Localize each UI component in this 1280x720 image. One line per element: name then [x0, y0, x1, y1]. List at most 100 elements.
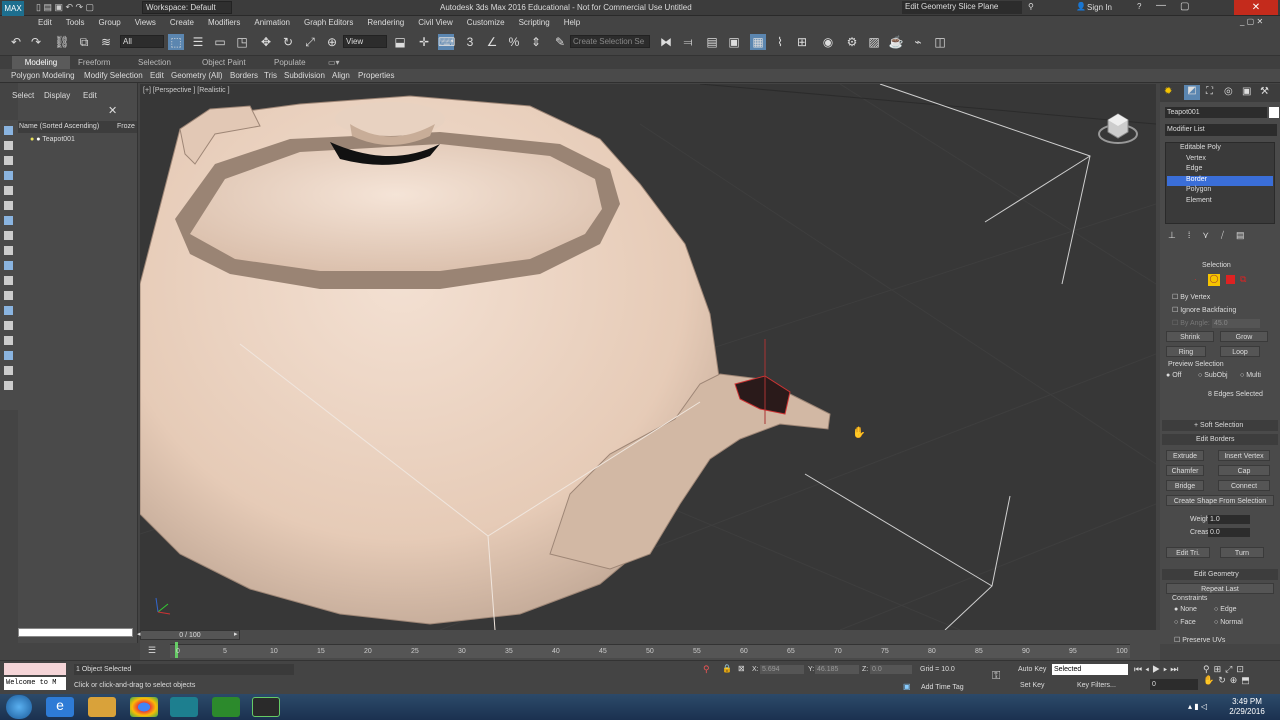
tab-modeling[interactable]: Modeling	[12, 56, 70, 69]
by-vertex-checkbox[interactable]: ☐ By Vertex	[1172, 293, 1210, 301]
scene-row-teapot[interactable]: ● ● Teapot001	[30, 134, 75, 146]
stack-border[interactable]: Border	[1186, 176, 1207, 183]
ring-button[interactable]: Ring	[1166, 346, 1206, 357]
x-coord-field[interactable]: 5.694	[760, 665, 804, 674]
search-icon[interactable]: ⚲	[1028, 2, 1034, 11]
stack-element[interactable]: Element	[1186, 197, 1212, 204]
perspective-viewport[interactable]: [+] [Perspective ] [Realistic ] ✋	[140, 84, 1156, 630]
help-icon[interactable]: ?	[1137, 2, 1141, 11]
add-time-tag[interactable]: Add Time Tag	[921, 684, 964, 691]
soft-selection-rollout[interactable]: + Soft Selection	[1162, 420, 1278, 431]
z-coord-field[interactable]: 0.0	[870, 665, 912, 674]
percent-snap-icon[interactable]: %	[506, 34, 522, 50]
3dsmax-icon[interactable]	[170, 697, 198, 717]
search-field[interactable]: Edit Geometry Slice Plane	[902, 1, 1022, 14]
subobj-polygon-icon[interactable]	[1226, 275, 1235, 284]
window-crossing-icon[interactable]: ◳	[234, 34, 250, 50]
display-tab-icon[interactable]: ▣	[1242, 86, 1251, 97]
track-bar-menu-icon[interactable]: ☰	[148, 645, 156, 656]
scene-scrollbar[interactable]	[18, 628, 133, 637]
stack-vertex[interactable]: Vertex	[1186, 155, 1206, 162]
create-tab-icon[interactable]: ✹	[1164, 86, 1172, 97]
start-button[interactable]	[6, 695, 32, 719]
constraint-edge-radio[interactable]: ○ Edge	[1214, 606, 1237, 613]
menu-modifiers[interactable]: Modifiers	[208, 16, 240, 30]
pivot-icon[interactable]: ⬓	[392, 34, 408, 50]
a360-icon[interactable]: ◫	[932, 34, 948, 50]
ribbon-tris[interactable]: Tris	[264, 69, 277, 83]
layers-icon[interactable]: ▤	[704, 34, 720, 50]
playback-controls[interactable]: ⏮◂▶▸⏭	[1134, 664, 1181, 675]
scene-explorer-icon[interactable]: ▣	[726, 34, 742, 50]
preview-multi-radio[interactable]: ○ Multi	[1240, 372, 1261, 379]
explorer-filter-icon[interactable]	[4, 216, 13, 225]
preview-subobj-radio[interactable]: ○ SubObj	[1198, 372, 1228, 379]
object-color-swatch[interactable]	[1269, 107, 1279, 118]
viewcube-icon[interactable]	[1098, 106, 1138, 146]
menu-tools[interactable]: Tools	[66, 16, 85, 30]
stack-edge[interactable]: Edge	[1186, 165, 1202, 172]
turn-button[interactable]: Turn	[1220, 547, 1264, 558]
selection-filter-dropdown[interactable]: All	[120, 35, 164, 48]
rect-region-icon[interactable]: ▭	[212, 34, 228, 50]
time-slider[interactable]: 0 / 100	[140, 630, 240, 640]
named-selection-dropdown[interactable]: Create Selection Se	[570, 35, 650, 48]
ribbon-subdivision[interactable]: Subdivision	[284, 69, 325, 83]
explorer-filter-icon[interactable]	[4, 261, 13, 270]
key-filters-button[interactable]: Key Filters...	[1077, 682, 1116, 689]
stack-polygon[interactable]: Polygon	[1186, 186, 1211, 193]
redo-icon[interactable]: ↷	[28, 34, 44, 50]
lightbulb-icon[interactable]: ●	[30, 136, 34, 143]
render-icon[interactable]: ☕	[888, 34, 904, 50]
subobj-border-icon[interactable]: ◯	[1208, 274, 1220, 286]
explorer-filter-icon[interactable]	[4, 141, 13, 150]
constraint-normal-radio[interactable]: ○ Normal	[1214, 619, 1243, 626]
keyboard-shortcut-icon[interactable]: ⌨	[438, 34, 455, 50]
angle-spinner[interactable]: 45.0	[1212, 319, 1260, 328]
menu-rendering[interactable]: Rendering	[367, 16, 404, 30]
modify-tab-icon[interactable]: ◩	[1184, 85, 1200, 100]
menu-edit[interactable]: Edit	[38, 16, 52, 30]
subobj-element-icon[interactable]: ⧉	[1240, 275, 1249, 284]
app-logo[interactable]: MAX	[2, 1, 24, 16]
edit-tri-button[interactable]: Edit Tri.	[1166, 547, 1210, 558]
y-coord-field[interactable]: 46.185	[815, 665, 859, 674]
angle-snap-icon[interactable]: ∠	[484, 34, 500, 50]
modifier-list-dropdown[interactable]: Modifier List	[1165, 124, 1277, 136]
explorer-filter-icon[interactable]	[4, 351, 13, 360]
menu-create[interactable]: Create	[170, 16, 194, 30]
loop-button[interactable]: Loop	[1220, 346, 1260, 357]
explorer-filter-icon[interactable]	[4, 336, 13, 345]
weight-spinner[interactable]: 1.0	[1208, 515, 1250, 524]
menu-graph-editors[interactable]: Graph Editors	[304, 16, 353, 30]
ref-coord-dropdown[interactable]: View	[343, 35, 387, 48]
maxscript-mini-listener[interactable]	[4, 663, 66, 675]
slider-left-arrow[interactable]: ◂	[137, 630, 141, 638]
key-mode-dropdown[interactable]: Selected	[1052, 664, 1128, 675]
camtasia-icon[interactable]	[212, 697, 240, 717]
graphite-toggle-icon[interactable]: ▦	[750, 34, 766, 50]
constraint-none-radio[interactable]: ● None	[1174, 606, 1197, 613]
by-angle-checkbox[interactable]: ☐ By Angle:	[1172, 319, 1210, 327]
create-shape-button[interactable]: Create Shape From Selection	[1166, 495, 1274, 506]
link-icon[interactable]: ⛓	[54, 34, 70, 50]
ribbon-edit[interactable]: Edit	[150, 69, 164, 83]
ribbon-options-icon[interactable]: ▭▾	[328, 56, 340, 69]
ie-icon[interactable]: e	[46, 697, 74, 717]
stack-border-selected[interactable]	[1167, 176, 1273, 186]
render-iterative-icon[interactable]: ⌁	[910, 34, 926, 50]
tab-selection[interactable]: Selection	[138, 56, 171, 69]
select-object-icon[interactable]: ⬚	[168, 34, 184, 50]
explorer-filter-icon[interactable]	[4, 246, 13, 255]
chamfer-button[interactable]: Chamfer	[1166, 465, 1204, 476]
menu-animation[interactable]: Animation	[254, 16, 290, 30]
rendered-frame-icon[interactable]: ▨	[866, 34, 882, 50]
close-button[interactable]: ✕	[1234, 0, 1278, 15]
maxscript-input[interactable]: Welcome to M	[4, 677, 66, 690]
spinner-snap-icon[interactable]: ⇕	[528, 34, 544, 50]
mirror-icon[interactable]: ⧓	[658, 34, 674, 50]
shrink-button[interactable]: Shrink	[1166, 331, 1214, 342]
explorer-filter-icon[interactable]	[4, 171, 13, 180]
preserve-uvs-checkbox[interactable]: ☐ Preserve UVs	[1174, 636, 1225, 644]
menu-scripting[interactable]: Scripting	[519, 16, 550, 30]
